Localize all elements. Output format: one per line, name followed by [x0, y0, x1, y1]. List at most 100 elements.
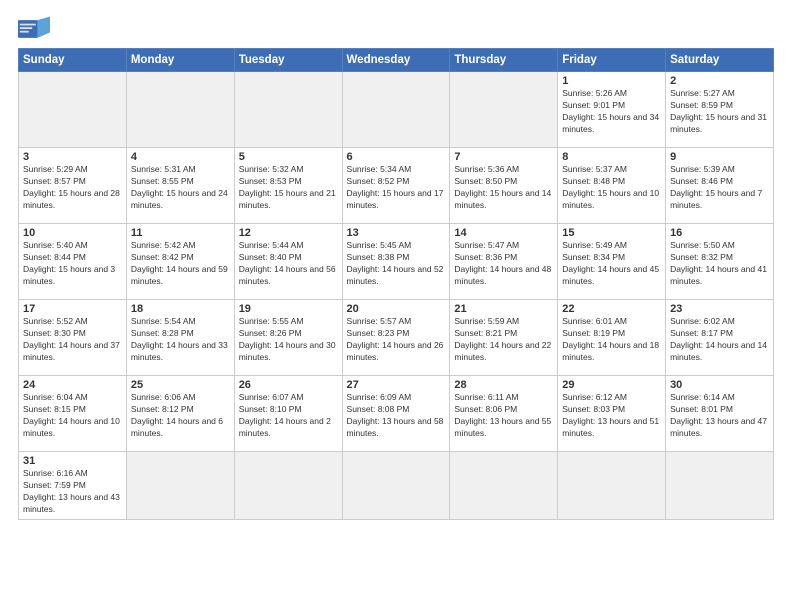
generalblue-logo-icon — [18, 16, 50, 42]
calendar-header-saturday: Saturday — [666, 49, 774, 72]
day-number: 14 — [454, 227, 553, 239]
calendar-cell: 13Sunrise: 5:45 AM Sunset: 8:38 PM Dayli… — [342, 224, 450, 300]
calendar-header-wednesday: Wednesday — [342, 49, 450, 72]
calendar-week-row: 17Sunrise: 5:52 AM Sunset: 8:30 PM Dayli… — [19, 300, 774, 376]
day-info: Sunrise: 6:09 AM Sunset: 8:08 PM Dayligh… — [347, 392, 446, 440]
day-number: 22 — [562, 303, 661, 315]
day-info: Sunrise: 5:49 AM Sunset: 8:34 PM Dayligh… — [562, 240, 661, 288]
calendar-cell: 2Sunrise: 5:27 AM Sunset: 8:59 PM Daylig… — [666, 72, 774, 148]
day-number: 20 — [347, 303, 446, 315]
day-info: Sunrise: 5:27 AM Sunset: 8:59 PM Dayligh… — [670, 88, 769, 136]
day-number: 11 — [131, 227, 230, 239]
day-info: Sunrise: 5:59 AM Sunset: 8:21 PM Dayligh… — [454, 316, 553, 364]
day-number: 29 — [562, 379, 661, 391]
day-info: Sunrise: 5:34 AM Sunset: 8:52 PM Dayligh… — [347, 164, 446, 212]
day-info: Sunrise: 5:50 AM Sunset: 8:32 PM Dayligh… — [670, 240, 769, 288]
calendar-week-row: 3Sunrise: 5:29 AM Sunset: 8:57 PM Daylig… — [19, 148, 774, 224]
calendar-cell: 12Sunrise: 5:44 AM Sunset: 8:40 PM Dayli… — [234, 224, 342, 300]
calendar-cell: 15Sunrise: 5:49 AM Sunset: 8:34 PM Dayli… — [558, 224, 666, 300]
calendar-week-row: 31Sunrise: 6:16 AM Sunset: 7:59 PM Dayli… — [19, 452, 774, 520]
calendar-header-tuesday: Tuesday — [234, 49, 342, 72]
day-number: 10 — [23, 227, 122, 239]
day-number: 7 — [454, 151, 553, 163]
logo — [18, 16, 54, 42]
calendar-cell: 18Sunrise: 5:54 AM Sunset: 8:28 PM Dayli… — [126, 300, 234, 376]
day-info: Sunrise: 5:36 AM Sunset: 8:50 PM Dayligh… — [454, 164, 553, 212]
calendar-page: SundayMondayTuesdayWednesdayThursdayFrid… — [0, 0, 792, 612]
calendar-cell: 26Sunrise: 6:07 AM Sunset: 8:10 PM Dayli… — [234, 376, 342, 452]
calendar-cell: 1Sunrise: 5:26 AM Sunset: 9:01 PM Daylig… — [558, 72, 666, 148]
calendar-cell: 3Sunrise: 5:29 AM Sunset: 8:57 PM Daylig… — [19, 148, 127, 224]
calendar-cell: 8Sunrise: 5:37 AM Sunset: 8:48 PM Daylig… — [558, 148, 666, 224]
calendar-cell: 10Sunrise: 5:40 AM Sunset: 8:44 PM Dayli… — [19, 224, 127, 300]
day-number: 6 — [347, 151, 446, 163]
day-number: 21 — [454, 303, 553, 315]
day-number: 19 — [239, 303, 338, 315]
calendar-cell: 16Sunrise: 5:50 AM Sunset: 8:32 PM Dayli… — [666, 224, 774, 300]
calendar-cell: 7Sunrise: 5:36 AM Sunset: 8:50 PM Daylig… — [450, 148, 558, 224]
calendar-cell — [342, 452, 450, 520]
calendar-cell: 24Sunrise: 6:04 AM Sunset: 8:15 PM Dayli… — [19, 376, 127, 452]
day-number: 15 — [562, 227, 661, 239]
calendar-header-friday: Friday — [558, 49, 666, 72]
calendar-cell — [126, 452, 234, 520]
day-number: 28 — [454, 379, 553, 391]
day-info: Sunrise: 5:39 AM Sunset: 8:46 PM Dayligh… — [670, 164, 769, 212]
day-info: Sunrise: 5:29 AM Sunset: 8:57 PM Dayligh… — [23, 164, 122, 212]
calendar-cell: 27Sunrise: 6:09 AM Sunset: 8:08 PM Dayli… — [342, 376, 450, 452]
day-number: 24 — [23, 379, 122, 391]
calendar-cell: 21Sunrise: 5:59 AM Sunset: 8:21 PM Dayli… — [450, 300, 558, 376]
day-info: Sunrise: 6:07 AM Sunset: 8:10 PM Dayligh… — [239, 392, 338, 440]
day-info: Sunrise: 5:55 AM Sunset: 8:26 PM Dayligh… — [239, 316, 338, 364]
day-number: 18 — [131, 303, 230, 315]
day-info: Sunrise: 5:57 AM Sunset: 8:23 PM Dayligh… — [347, 316, 446, 364]
calendar-cell — [558, 452, 666, 520]
day-info: Sunrise: 5:45 AM Sunset: 8:38 PM Dayligh… — [347, 240, 446, 288]
day-info: Sunrise: 6:14 AM Sunset: 8:01 PM Dayligh… — [670, 392, 769, 440]
calendar-cell: 9Sunrise: 5:39 AM Sunset: 8:46 PM Daylig… — [666, 148, 774, 224]
calendar-cell: 29Sunrise: 6:12 AM Sunset: 8:03 PM Dayli… — [558, 376, 666, 452]
calendar-table: SundayMondayTuesdayWednesdayThursdayFrid… — [18, 48, 774, 520]
day-info: Sunrise: 5:37 AM Sunset: 8:48 PM Dayligh… — [562, 164, 661, 212]
day-info: Sunrise: 6:16 AM Sunset: 7:59 PM Dayligh… — [23, 468, 122, 516]
calendar-cell — [126, 72, 234, 148]
calendar-cell: 11Sunrise: 5:42 AM Sunset: 8:42 PM Dayli… — [126, 224, 234, 300]
day-info: Sunrise: 5:26 AM Sunset: 9:01 PM Dayligh… — [562, 88, 661, 136]
day-info: Sunrise: 6:11 AM Sunset: 8:06 PM Dayligh… — [454, 392, 553, 440]
calendar-cell: 19Sunrise: 5:55 AM Sunset: 8:26 PM Dayli… — [234, 300, 342, 376]
calendar-header-thursday: Thursday — [450, 49, 558, 72]
day-number: 12 — [239, 227, 338, 239]
day-number: 31 — [23, 455, 122, 467]
day-number: 13 — [347, 227, 446, 239]
day-number: 27 — [347, 379, 446, 391]
calendar-cell: 25Sunrise: 6:06 AM Sunset: 8:12 PM Dayli… — [126, 376, 234, 452]
day-info: Sunrise: 6:04 AM Sunset: 8:15 PM Dayligh… — [23, 392, 122, 440]
calendar-cell — [234, 452, 342, 520]
day-info: Sunrise: 6:01 AM Sunset: 8:19 PM Dayligh… — [562, 316, 661, 364]
calendar-week-row: 24Sunrise: 6:04 AM Sunset: 8:15 PM Dayli… — [19, 376, 774, 452]
day-number: 5 — [239, 151, 338, 163]
calendar-header-row: SundayMondayTuesdayWednesdayThursdayFrid… — [19, 49, 774, 72]
calendar-cell: 17Sunrise: 5:52 AM Sunset: 8:30 PM Dayli… — [19, 300, 127, 376]
calendar-week-row: 1Sunrise: 5:26 AM Sunset: 9:01 PM Daylig… — [19, 72, 774, 148]
calendar-cell — [450, 452, 558, 520]
day-info: Sunrise: 6:12 AM Sunset: 8:03 PM Dayligh… — [562, 392, 661, 440]
day-info: Sunrise: 5:31 AM Sunset: 8:55 PM Dayligh… — [131, 164, 230, 212]
calendar-header-sunday: Sunday — [19, 49, 127, 72]
calendar-cell — [234, 72, 342, 148]
day-number: 30 — [670, 379, 769, 391]
calendar-cell: 30Sunrise: 6:14 AM Sunset: 8:01 PM Dayli… — [666, 376, 774, 452]
calendar-cell — [342, 72, 450, 148]
day-number: 4 — [131, 151, 230, 163]
day-info: Sunrise: 6:02 AM Sunset: 8:17 PM Dayligh… — [670, 316, 769, 364]
day-info: Sunrise: 5:52 AM Sunset: 8:30 PM Dayligh… — [23, 316, 122, 364]
day-number: 2 — [670, 75, 769, 87]
header — [18, 16, 774, 42]
calendar-cell: 23Sunrise: 6:02 AM Sunset: 8:17 PM Dayli… — [666, 300, 774, 376]
calendar-cell: 22Sunrise: 6:01 AM Sunset: 8:19 PM Dayli… — [558, 300, 666, 376]
calendar-cell: 5Sunrise: 5:32 AM Sunset: 8:53 PM Daylig… — [234, 148, 342, 224]
calendar-cell: 14Sunrise: 5:47 AM Sunset: 8:36 PM Dayli… — [450, 224, 558, 300]
day-number: 26 — [239, 379, 338, 391]
calendar-cell: 6Sunrise: 5:34 AM Sunset: 8:52 PM Daylig… — [342, 148, 450, 224]
day-number: 8 — [562, 151, 661, 163]
